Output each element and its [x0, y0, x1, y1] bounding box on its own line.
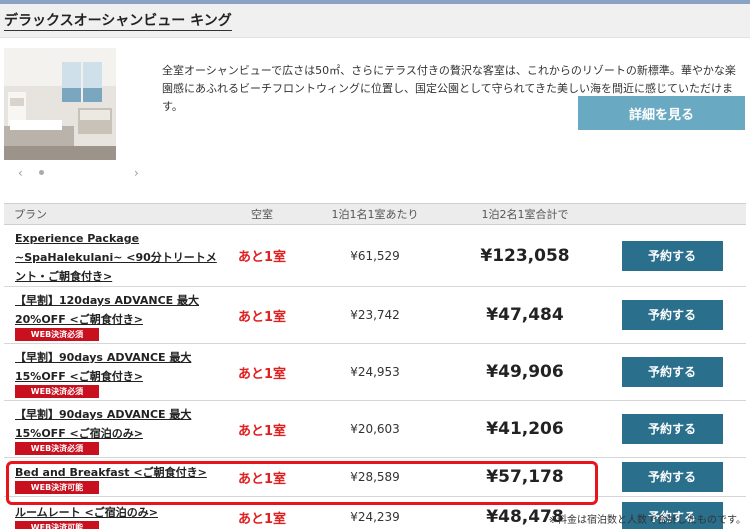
view-details-button[interactable]: 詳細を見る	[578, 96, 745, 130]
payment-badge: WEB決済可能	[15, 480, 99, 494]
room-photo[interactable]	[4, 48, 116, 160]
action-cell: 予約する	[598, 343, 746, 401]
vacancy-status: あと1室	[226, 400, 298, 458]
price-per-person: ¥23,742	[298, 286, 452, 344]
header-action	[598, 203, 746, 225]
plan-row: 【早割】120days ADVANCE 最大20%OFF <ご朝食付き> WEB…	[4, 286, 746, 344]
payment-badge: WEB決済必須	[15, 328, 99, 341]
room-title-bar: デラックスオーシャンビュー キング	[0, 4, 750, 38]
header-total: 1泊2名1室合計で	[452, 203, 598, 225]
payment-badge: WEB決済必須	[15, 385, 99, 398]
book-button[interactable]: 予約する	[621, 357, 723, 387]
plan-cell: 【早割】90days ADVANCE 最大15%OFF <ご宿泊のみ> WEB決…	[4, 400, 226, 458]
plan-cell: Bed and Breakfast <ご朝食付き> WEB決済可能	[4, 457, 226, 497]
plan-name-link[interactable]: 【早割】90days ADVANCE 最大15%OFF <ご宿泊のみ>	[15, 408, 191, 440]
action-cell: 予約する	[598, 286, 746, 344]
book-button[interactable]: 予約する	[621, 300, 723, 330]
chevron-left-icon[interactable]: ‹	[18, 166, 23, 180]
payment-badge: WEB決済必須	[15, 442, 99, 455]
payment-badge: WEB決済可能	[15, 520, 99, 529]
price-per-person: ¥24,953	[298, 343, 452, 401]
vacancy-status: あと1室	[237, 511, 287, 527]
vacancy-status: あと1室	[226, 457, 298, 497]
price-total: ¥49,906	[452, 343, 598, 401]
plan-row: Experience Package ~SpaHalekulani~ <90分ト…	[4, 224, 746, 287]
vacancy-status: あと1室	[226, 286, 298, 344]
action-cell: 予約する	[598, 457, 746, 497]
plan-table: プラン 空室 1泊1名1室あたり 1泊2名1室合計で Experience Pa…	[4, 203, 746, 529]
price-per-person: ¥28,589	[298, 457, 452, 497]
vacancy-status: あと1室	[226, 224, 298, 287]
plan-name-link[interactable]: 【早割】90days ADVANCE 最大15%OFF <ご朝食付き>	[15, 351, 191, 383]
price-per-person: ¥61,529	[298, 224, 452, 287]
price-total: ¥41,206	[452, 400, 598, 458]
header-vacancy: 空室	[226, 203, 298, 225]
plan-row: 【早割】90days ADVANCE 最大15%OFF <ご宿泊のみ> WEB決…	[4, 400, 746, 458]
book-button[interactable]: 予約する	[621, 240, 723, 271]
plan-name-link[interactable]: 【早割】120days ADVANCE 最大20%OFF <ご朝食付き>	[15, 294, 199, 326]
price-per-person: ¥24,239	[350, 510, 400, 525]
book-button[interactable]: 予約する	[621, 414, 723, 444]
plan-cell: Experience Package ~SpaHalekulani~ <90分ト…	[4, 224, 226, 287]
action-cell: 予約する	[598, 224, 746, 287]
plan-table-header: プラン 空室 1泊1名1室あたり 1泊2名1室合計で	[4, 203, 746, 225]
plan-row: 【早割】90days ADVANCE 最大15%OFF <ご朝食付き> WEB決…	[4, 343, 746, 401]
chevron-right-icon[interactable]: ›	[134, 166, 139, 180]
plan-cell: 【早割】120days ADVANCE 最大20%OFF <ご朝食付き> WEB…	[4, 286, 226, 344]
price-total: ¥123,058	[452, 224, 598, 287]
header-plan: プラン	[4, 203, 226, 225]
book-button[interactable]: 予約する	[621, 462, 723, 492]
vacancy-status: あと1室	[226, 343, 298, 401]
plan-row: Bed and Breakfast <ご朝食付き> WEB決済可能 あと1室 ¥…	[4, 457, 746, 497]
price-per-person: ¥20,603	[298, 400, 452, 458]
price-total: ¥47,484	[452, 286, 598, 344]
plan-cell: 【早割】90days ADVANCE 最大15%OFF <ご朝食付き> WEB決…	[4, 343, 226, 401]
plan-cell: ルームレート <ご宿泊のみ> WEB決済可能	[4, 497, 226, 529]
price-total: ¥57,178	[452, 457, 598, 497]
plan-name-link[interactable]: ルームレート <ご宿泊のみ>	[15, 506, 158, 519]
action-cell: 予約する	[598, 400, 746, 458]
carousel-dot-indicator[interactable]	[39, 170, 44, 175]
photo-carousel-controls: ‹ ›	[4, 166, 154, 180]
plan-name-link[interactable]: Experience Package ~SpaHalekulani~ <90分ト…	[15, 232, 217, 283]
header-per-person: 1泊1名1室あたり	[298, 203, 452, 225]
room-title: デラックスオーシャンビュー キング	[4, 13, 232, 31]
room-photo-image	[4, 48, 116, 160]
price-footnote: ※料金は宿泊数と人数で合計したものです。	[548, 515, 746, 526]
plan-name-link[interactable]: Bed and Breakfast <ご朝食付き>	[15, 466, 207, 479]
